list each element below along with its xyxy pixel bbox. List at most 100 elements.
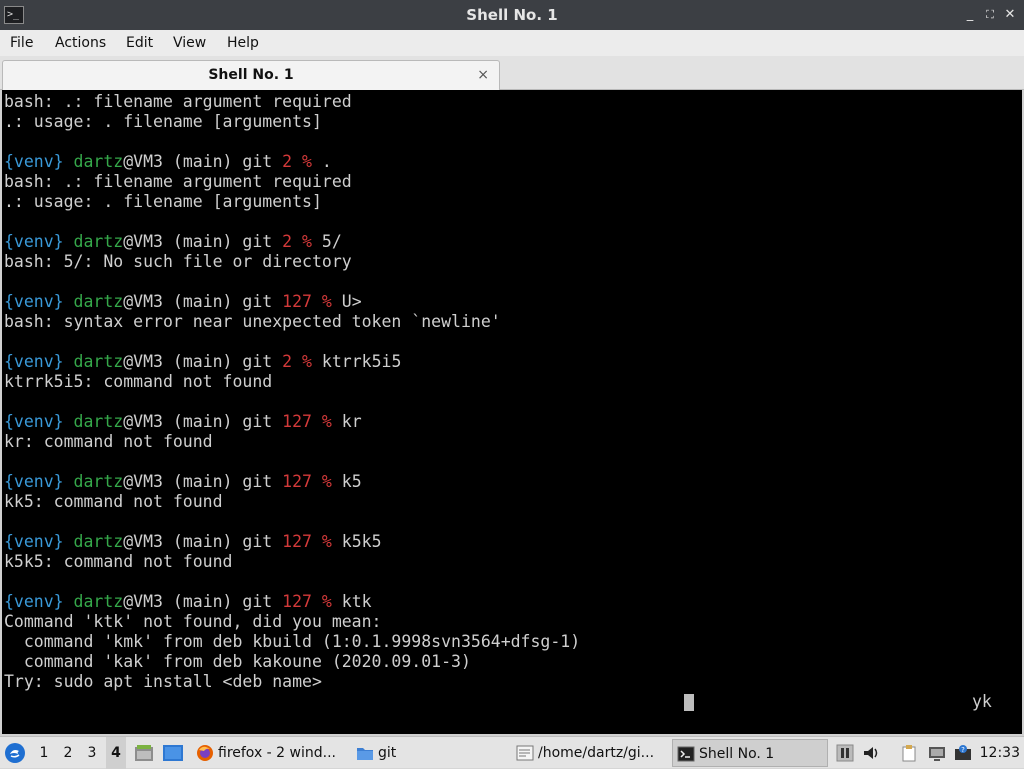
command-text: k5k5 [341, 532, 382, 551]
prompt-exit-code: 127 [282, 292, 312, 311]
prompt-venv: {venv} [4, 232, 64, 251]
prompt-separator: % [311, 412, 342, 431]
prompt-host: @VM3 (main) git [123, 152, 283, 171]
task-firefox[interactable]: firefox - 2 wind... [192, 739, 344, 767]
command-text: ktrrk5i5 [321, 352, 402, 371]
menu-bar: File Actions Edit View Help [0, 30, 1024, 56]
output-text: .: usage: . filename [arguments] [4, 112, 322, 131]
menu-help[interactable]: Help [227, 30, 259, 56]
output-text: .: usage: . filename [arguments] [4, 192, 322, 211]
prompt-exit-code: 127 [282, 532, 312, 551]
prompt-exit-code: 2 [282, 352, 293, 371]
terminal-line: {venv} dartz@VM3 (main) git 127 % k5k5 [4, 532, 580, 552]
prompt-venv: {venv} [4, 152, 64, 171]
desktop-3[interactable]: 3 [82, 737, 102, 769]
terminal-line: {venv} dartz@VM3 (main) git 127 % k5 [4, 472, 580, 492]
tab-close-icon[interactable]: × [477, 63, 489, 87]
prompt-separator: % [311, 292, 342, 311]
output-text: kr: command not found [4, 432, 213, 451]
window-titlebar[interactable]: >_ Shell No. 1 _ ⛶ ✕ [0, 0, 1024, 30]
output-text: k5k5: command not found [4, 552, 233, 571]
terminal-line: {venv} dartz@VM3 (main) git 127 % U> [4, 292, 580, 312]
command-text: k5 [341, 472, 362, 491]
command-text: ktk [341, 592, 372, 611]
maximize-button[interactable]: ⛶ [982, 6, 998, 24]
task-shell[interactable]: Shell No. 1 [672, 739, 828, 767]
terminal-cursor [684, 694, 694, 711]
menu-file[interactable]: File [10, 30, 33, 56]
terminal-view[interactable]: bash: .: filename argument required.: us… [0, 90, 1024, 736]
output-text: bash: 5/: No such file or directory [4, 252, 352, 271]
menu-view[interactable]: View [173, 30, 206, 56]
prompt-venv: {venv} [4, 592, 64, 611]
command-text: . [321, 152, 332, 171]
terminal-line: .: usage: . filename [arguments] [4, 112, 580, 132]
prompt-user: dartz [73, 592, 124, 611]
tab-bar: Shell No. 1 × [0, 56, 1024, 90]
start-menu-icon[interactable] [4, 742, 26, 764]
network-icon[interactable]: ? [954, 744, 972, 762]
close-button[interactable]: ✕ [1002, 6, 1018, 24]
tab-shell-1[interactable]: Shell No. 1 × [2, 60, 500, 90]
display-icon[interactable] [928, 744, 946, 762]
menu-edit[interactable]: Edit [126, 30, 153, 56]
terminal-line: command 'kmk' from deb kbuild (1:0.1.999… [4, 632, 580, 652]
prompt-host: @VM3 (main) git [123, 352, 283, 371]
clipboard-icon[interactable] [900, 744, 918, 762]
task-git-folder[interactable]: git [352, 739, 502, 767]
taskbar: 1 2 3 4 firefox - 2 wind... git /home/da… [0, 736, 1024, 769]
prompt-separator: % [292, 352, 322, 371]
prompt-host: @VM3 (main) git [123, 412, 283, 431]
window-title: Shell No. 1 [466, 6, 558, 24]
minimize-button[interactable]: _ [962, 6, 978, 24]
terminal-line: bash: .: filename argument required [4, 92, 580, 112]
prompt-user: dartz [73, 152, 124, 171]
prompt-host: @VM3 (main) git [123, 472, 283, 491]
desktop-4[interactable]: 4 [106, 737, 126, 769]
terminal-line: bash: .: filename argument required [4, 172, 580, 192]
terminal-line: {venv} dartz@VM3 (main) git 127 % ktk [4, 592, 580, 612]
prompt-venv: {venv} [4, 412, 64, 431]
task-label: git [378, 745, 397, 761]
terminal-line: bash: 5/: No such file or directory [4, 252, 580, 272]
output-text: ktrrk5i5: command not found [4, 372, 273, 391]
prompt-separator: % [311, 592, 342, 611]
terminal-line: k5k5: command not found [4, 552, 580, 572]
volume-icon[interactable] [862, 744, 880, 762]
folder-icon [357, 748, 373, 760]
show-desktop-icon[interactable] [162, 744, 184, 762]
output-text: bash: .: filename argument required [4, 172, 352, 191]
task-text-editor[interactable]: /home/dartz/gi... [512, 739, 664, 767]
terminal-output: bash: .: filename argument required.: us… [4, 92, 580, 692]
terminal-line: bash: syntax error near unexpected token… [4, 312, 580, 332]
pause-icon[interactable] [836, 744, 854, 762]
task-label: firefox - 2 wind... [218, 745, 336, 761]
output-text: Try: sudo apt install <deb name> [4, 672, 322, 691]
prompt-exit-code: 127 [282, 472, 312, 491]
terminal-line: ktrrk5i5: command not found [4, 372, 580, 392]
prompt-user: dartz [73, 352, 124, 371]
terminal-line: kr: command not found [4, 432, 580, 452]
desktop-1[interactable]: 1 [34, 737, 54, 769]
terminal-line: {venv} dartz@VM3 (main) git 2 % . [4, 152, 580, 172]
prompt-separator: % [292, 232, 322, 251]
file-manager-launcher-icon[interactable] [134, 744, 154, 762]
clock[interactable]: 12:33 [980, 737, 1020, 769]
menu-actions[interactable]: Actions [55, 30, 106, 56]
prompt-host: @VM3 (main) git [123, 592, 283, 611]
output-text: Command 'ktk' not found, did you mean: [4, 612, 382, 631]
desktop-2[interactable]: 2 [58, 737, 78, 769]
command-text: 5/ [321, 232, 342, 251]
prompt-user: dartz [73, 232, 124, 251]
prompt-venv: {venv} [4, 292, 64, 311]
terminal-line: Command 'ktk' not found, did you mean: [4, 612, 580, 632]
output-text: kk5: command not found [4, 492, 223, 511]
